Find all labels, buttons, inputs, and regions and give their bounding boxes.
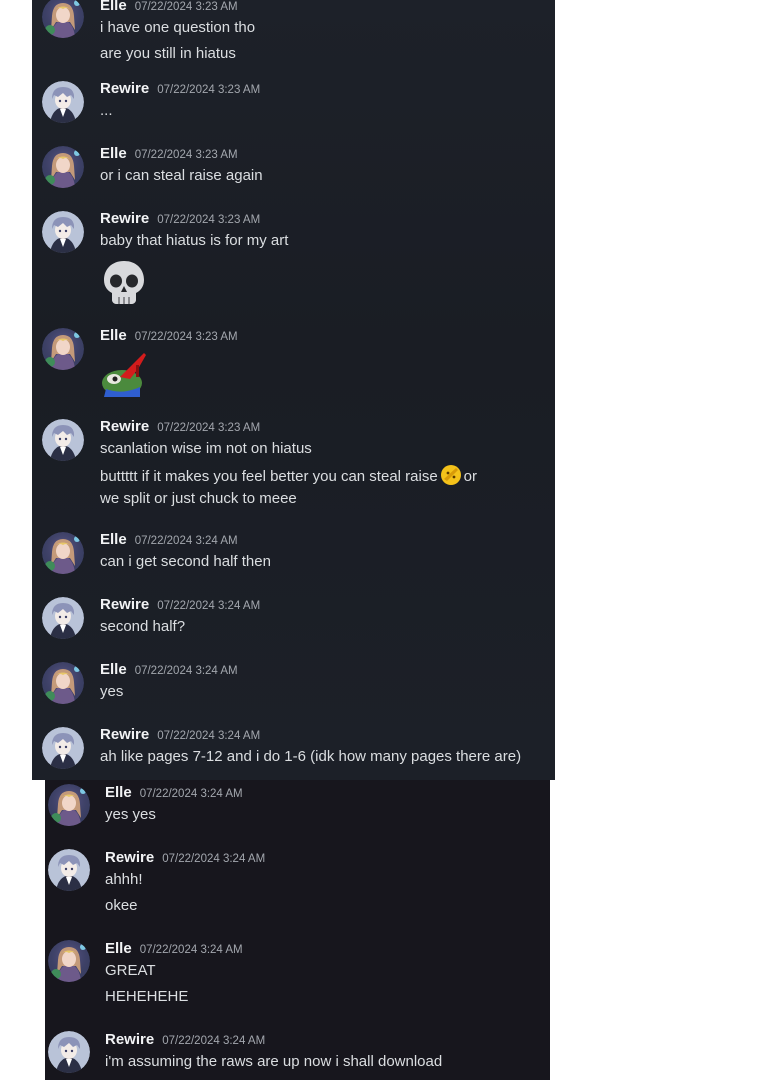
avatar-elle[interactable]: [42, 532, 84, 574]
timestamp: 07/22/2024 3:23 AM: [157, 422, 261, 434]
chat-panel-top: Elle 07/22/2024 3:23 AM i have one questi…: [32, 0, 555, 780]
message-text: or i can steal raise again: [100, 167, 263, 184]
author-name[interactable]: Elle: [105, 940, 132, 957]
author-name[interactable]: Rewire: [100, 210, 149, 227]
author-name[interactable]: Rewire: [100, 80, 149, 97]
author-name[interactable]: Elle: [100, 0, 127, 14]
message-text: HEHEHEHE: [105, 988, 189, 1005]
author-name[interactable]: Rewire: [105, 849, 154, 866]
message-text: baby that hiatus is for my art: [100, 232, 289, 249]
avatar-rewire[interactable]: [42, 597, 84, 639]
message-text: yes: [100, 683, 124, 700]
avatar-elle[interactable]: [42, 328, 84, 370]
message-text: can i get second half then: [100, 553, 271, 570]
message-text: i have one question tho: [100, 19, 256, 36]
avatar-elle[interactable]: [48, 940, 90, 982]
message-text: buttttt if it makes you feel better you …: [100, 464, 547, 488]
message-text: scanlation wise im not on hiatus: [100, 440, 312, 457]
author-name[interactable]: Rewire: [100, 596, 149, 613]
author-name[interactable]: Elle: [100, 661, 127, 678]
avatar-elle[interactable]: [42, 662, 84, 704]
avatar-rewire[interactable]: [42, 419, 84, 461]
avatar-rewire[interactable]: [42, 211, 84, 253]
message-text: ahhh!: [105, 871, 143, 888]
author-name[interactable]: Rewire: [100, 726, 149, 743]
message-text: we split or just chuck to meee: [100, 490, 297, 507]
timestamp: 07/22/2024 3:23 AM: [157, 84, 261, 96]
timestamp: 07/22/2024 3:24 AM: [162, 1035, 266, 1047]
message-text: yes yes: [105, 806, 156, 823]
timestamp: 07/22/2024 3:24 AM: [139, 944, 243, 956]
message-text: second half?: [100, 618, 186, 635]
message-text: i'm assuming the raws are up now i shall…: [105, 1053, 443, 1070]
timestamp: 07/22/2024 3:24 AM: [162, 853, 266, 865]
timestamp: 07/22/2024 3:24 AM: [157, 600, 261, 612]
message-text: ...: [100, 102, 113, 119]
avatar-rewire[interactable]: [42, 81, 84, 123]
author-name[interactable]: Elle: [100, 327, 127, 344]
avatar-rewire[interactable]: [48, 849, 90, 891]
timestamp: 07/22/2024 3:24 AM: [139, 788, 243, 800]
timestamp: 07/22/2024 3:23 AM: [134, 331, 238, 343]
timestamp: 07/22/2024 3:24 AM: [134, 665, 238, 677]
avatar-rewire[interactable]: [42, 727, 84, 769]
message-text: okee: [105, 897, 138, 914]
timestamp: 07/22/2024 3:23 AM: [157, 214, 261, 226]
timestamp: 07/22/2024 3:23 AM: [134, 1, 238, 13]
avatar-elle[interactable]: [42, 146, 84, 188]
author-name[interactable]: Rewire: [100, 418, 149, 435]
avatar-elle[interactable]: [42, 0, 84, 38]
timestamp: 07/22/2024 3:24 AM: [134, 535, 238, 547]
pepe-heel-sticker: [102, 353, 146, 397]
author-name[interactable]: Elle: [100, 531, 127, 548]
message-text: GREAT: [105, 962, 156, 979]
avatar-rewire[interactable]: [48, 1031, 90, 1073]
chat-panel-bottom: Elle 07/22/2024 3:24 AM yes yes Rewire 07/…: [45, 780, 550, 1080]
skull-emoji: [104, 261, 144, 304]
author-name[interactable]: Rewire: [105, 1031, 154, 1048]
avatar-elle[interactable]: [48, 784, 90, 826]
author-name[interactable]: Elle: [105, 784, 132, 801]
yellow-emote-icon: [440, 465, 461, 485]
timestamp: 07/22/2024 3:23 AM: [134, 149, 238, 161]
message-text: are you still in hiatus: [100, 45, 236, 62]
author-name[interactable]: Elle: [100, 145, 127, 162]
timestamp: 07/22/2024 3:24 AM: [157, 730, 261, 742]
message-text: ah like pages 7-12 and i do 1-6 (idk how…: [100, 748, 522, 765]
